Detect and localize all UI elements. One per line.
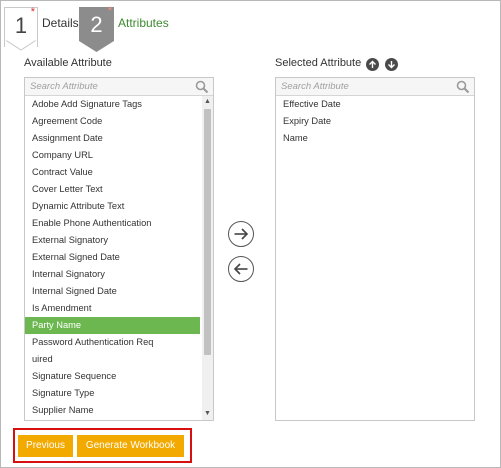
selected-items: Effective Date Expiry Date Name [276, 96, 474, 147]
list-item[interactable]: Internal Signatory [25, 266, 200, 283]
list-item[interactable]: uired [25, 351, 200, 368]
attribute-selection-panel: 1 * Details 2 * Attributes Available Att… [0, 0, 501, 468]
search-icon[interactable] [195, 80, 209, 94]
search-icon[interactable] [456, 80, 470, 94]
step-2-label[interactable]: Attributes [118, 16, 169, 30]
list-item[interactable]: Signature Sequence [25, 368, 200, 385]
move-left-button[interactable] [228, 256, 254, 282]
available-items: Adobe Add Signature Tags Agreement Code As… [25, 96, 213, 419]
scroll-up-arrow-icon[interactable]: ▲ [202, 97, 213, 107]
arrow-down-icon [388, 61, 395, 69]
selected-attribute-panel: Effective DateExpiry DateName [275, 77, 475, 421]
available-search-input[interactable] [25, 78, 213, 95]
scrollbar-thumb[interactable] [204, 109, 211, 355]
required-asterisk: * [30, 6, 35, 18]
list-item[interactable]: Effective Date [276, 96, 474, 113]
selected-search-input[interactable] [276, 78, 474, 95]
available-search-bar [25, 78, 213, 96]
list-item[interactable]: External Signed Date [25, 249, 200, 266]
scroll-down-arrow-icon[interactable]: ▼ [202, 409, 213, 419]
available-scrollbar[interactable]: ▲ ▼ [202, 96, 213, 420]
move-right-button[interactable] [228, 221, 254, 247]
step-2-pointer [79, 41, 114, 52]
list-item[interactable]: External Signatory [25, 232, 200, 249]
step-1-pointer [4, 39, 38, 51]
required-asterisk: * [107, 5, 112, 17]
selected-attribute-title: Selected Attribute [275, 57, 362, 69]
step-1-label[interactable]: Details [42, 16, 79, 30]
list-item[interactable]: Expiry Date [276, 113, 474, 130]
list-item[interactable]: Cover Letter Text [25, 181, 200, 198]
available-attribute-title: Available Attribute [24, 57, 112, 69]
previous-button[interactable]: Previous [18, 435, 73, 457]
move-up-button[interactable] [366, 58, 379, 71]
list-item[interactable]: Agreement Code [25, 113, 200, 130]
available-attribute-list: Adobe Add Signature Tags Agreement Code As… [25, 96, 213, 420]
list-item[interactable]: Supplier Name [25, 402, 200, 419]
list-item[interactable]: Contract Value [25, 164, 200, 181]
wizard-step-2[interactable]: 2 * [79, 5, 114, 41]
list-item[interactable]: Assignment Date [25, 130, 200, 147]
list-item[interactable]: Is Amendment [25, 300, 200, 317]
list-item[interactable]: Name [276, 130, 474, 147]
list-item[interactable]: Party Name [25, 317, 200, 334]
selected-search-bar [276, 78, 474, 96]
arrow-right-icon [234, 228, 249, 240]
list-item[interactable]: Internal Signed Date [25, 283, 200, 300]
list-item[interactable]: Dynamic Attribute Text [25, 198, 200, 215]
arrow-up-icon [369, 60, 376, 68]
list-item[interactable]: Password Authentication Req [25, 334, 200, 351]
list-item[interactable]: Company URL [25, 147, 200, 164]
selected-attribute-list: Effective Date Expiry Date Name [276, 96, 474, 420]
move-down-button[interactable] [385, 58, 398, 71]
list-item[interactable]: Signature Type [25, 385, 200, 402]
list-item[interactable]: Enable Phone Authentication [25, 215, 200, 232]
generate-workbook-button[interactable]: Generate Workbook [77, 435, 184, 457]
available-attribute-panel: Adobe Add Signature TagsAgreement CodeAs… [24, 77, 214, 421]
list-item[interactable]: Adobe Add Signature Tags [25, 96, 200, 113]
arrow-left-icon [233, 263, 248, 275]
